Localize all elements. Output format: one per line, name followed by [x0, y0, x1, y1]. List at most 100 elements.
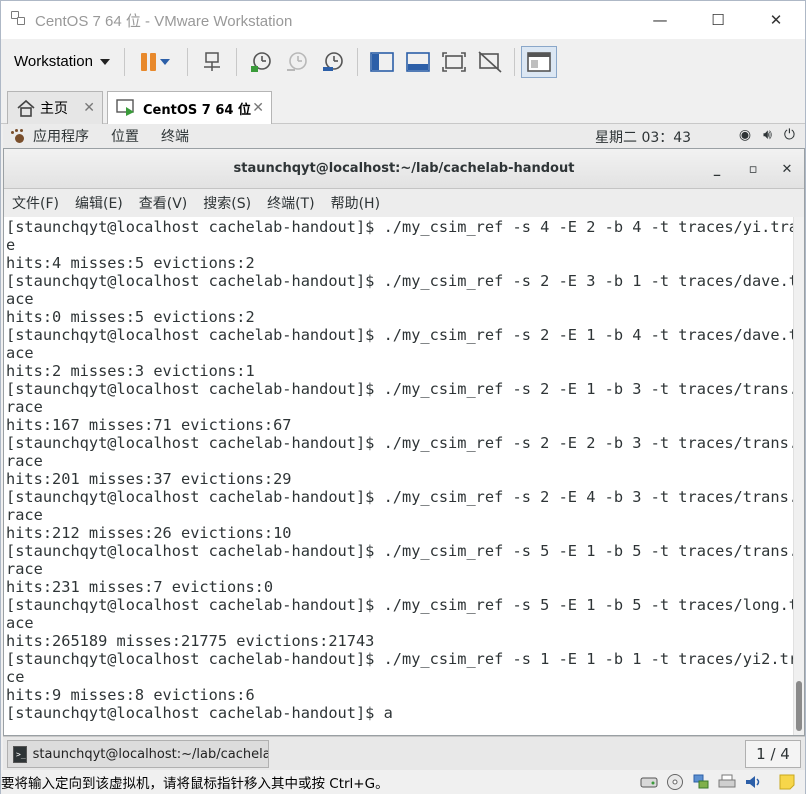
- terminal-line: hits:2 misses:3 evictions:1: [6, 362, 255, 380]
- suspend-button[interactable]: [131, 46, 181, 78]
- system-tray[interactable]: ◉ 🔊︎ ⏻: [739, 127, 795, 143]
- message-log-icon[interactable]: [777, 772, 797, 792]
- close-tab-icon[interactable]: ✕: [252, 100, 264, 116]
- gnome-window-list: >_ staunchqyt@localhost:~/lab/cachela···…: [3, 736, 805, 770]
- toolbar-divider: [123, 47, 125, 76]
- close-button[interactable]: ✕: [747, 1, 805, 39]
- window-controls: — ☐ ✕: [631, 1, 805, 39]
- toolbar-divider: [356, 47, 358, 76]
- terminal-line: race: [6, 560, 43, 578]
- terminal-app-menu[interactable]: 终端: [161, 126, 189, 146]
- minimize-button[interactable]: —: [631, 1, 689, 39]
- terminal-line: e: [6, 236, 16, 254]
- terminal-scrollbar[interactable]: [793, 217, 804, 735]
- pause-icon: [141, 52, 157, 71]
- menu-edit[interactable]: 编辑(E): [75, 193, 123, 213]
- menu-file[interactable]: 文件(F): [12, 193, 59, 213]
- network-icon: ◉: [738, 127, 752, 143]
- sound-card-icon[interactable]: [743, 772, 763, 792]
- terminal-menu-bar: 文件(F) 编辑(E) 查看(V) 搜索(S) 终端(T) 帮助(H): [4, 189, 804, 217]
- hard-disk-icon[interactable]: [639, 772, 659, 792]
- gnome-top-panel: 应用程序 位置 终端 星期二 03：43 ◉ 🔊︎ ⏻: [3, 124, 805, 148]
- tab-home[interactable]: 主页 ✕: [7, 91, 103, 124]
- thumbnail-bar-icon: [406, 51, 430, 72]
- network-adapter-icon[interactable]: [691, 772, 711, 792]
- menu-search[interactable]: 搜索(S): [203, 193, 251, 213]
- terminal-line: [staunchqyt@localhost cachelab-handout]$…: [6, 596, 793, 614]
- terminal-line: hits:167 misses:71 evictions:67: [6, 416, 292, 434]
- volume-icon: 🔊︎: [763, 127, 772, 143]
- terminal-line: ace: [6, 290, 34, 308]
- terminal-minimize-button[interactable]: _: [702, 149, 732, 189]
- workstation-menu-label: Workstation: [14, 53, 93, 70]
- chevron-down-icon: [99, 58, 110, 65]
- terminal-line: [staunchqyt@localhost cachelab-handout]$…: [6, 272, 793, 290]
- terminal-line: [staunchqyt@localhost cachelab-handout]$…: [6, 326, 793, 344]
- unity-icon: [478, 50, 502, 73]
- terminal-line: [staunchqyt@localhost cachelab-handout]$…: [6, 488, 793, 506]
- toolbar-divider: [235, 47, 237, 76]
- tab-vm-label: CentOS 7 64 位: [143, 102, 251, 118]
- toolbar-divider: [186, 47, 188, 76]
- full-screen-button[interactable]: [436, 46, 472, 78]
- snapshot-manager-icon: [322, 51, 343, 71]
- console-view-icon: [527, 51, 551, 72]
- window-title-bar: CentOS 7 64 位 - VMware Workstation — ☐ ✕: [1, 1, 805, 39]
- home-icon: [17, 99, 35, 117]
- snapshot-clock-icon: [250, 51, 271, 72]
- vmware-logo-icon: [11, 11, 29, 29]
- terminal-title-bar: staunchqyt@localhost:~/lab/cachelab-hand…: [4, 149, 804, 189]
- terminal-title: staunchqyt@localhost:~/lab/cachelab-hand…: [233, 161, 575, 176]
- terminal-line: race: [6, 452, 43, 470]
- terminal-line: [staunchqyt@localhost cachelab-handout]$…: [6, 218, 793, 236]
- terminal-line: hits:9 misses:8 evictions:6: [6, 686, 255, 704]
- terminal-line: race: [6, 398, 43, 416]
- status-bar: 要将输入定向到该虚拟机，请将鼠标指针移入其中或按 Ctrl+G。: [1, 770, 805, 794]
- terminal-line: race: [6, 506, 43, 524]
- menu-view[interactable]: 查看(V): [139, 193, 188, 213]
- snapshot-manager-button[interactable]: [315, 46, 351, 78]
- terminal-line: hits:231 misses:7 evictions:0: [6, 578, 274, 596]
- printer-icon[interactable]: [717, 772, 737, 792]
- chevron-down-icon: [160, 58, 171, 65]
- console-view-button[interactable]: [520, 45, 557, 78]
- vmware-window: CentOS 7 64 位 - VMware Workstation — ☐ ✕…: [0, 0, 806, 794]
- menu-help[interactable]: 帮助(H): [331, 193, 380, 213]
- workstation-menu[interactable]: Workstation: [1, 39, 118, 84]
- window-title: CentOS 7 64 位 - VMware Workstation: [35, 12, 293, 30]
- send-ctrl-alt-del-button[interactable]: [194, 46, 230, 78]
- menu-terminal[interactable]: 终端(T): [267, 193, 314, 213]
- taskbar-item-label: staunchqyt@localhost:~/lab/cachela···: [32, 746, 269, 762]
- maximize-button[interactable]: ☐: [689, 1, 747, 39]
- status-message: 要将输入定向到该虚拟机，请将鼠标指针移入其中或按 Ctrl+G。: [1, 776, 389, 792]
- workspace-pager[interactable]: 1 / 4: [745, 740, 801, 768]
- cd-dvd-icon[interactable]: [665, 772, 685, 792]
- terminal-line: hits:4 misses:5 evictions:2: [6, 254, 255, 272]
- terminal-maximize-button[interactable]: ▫: [738, 149, 768, 189]
- guest-display[interactable]: 应用程序 位置 终端 星期二 03：43 ◉ 🔊︎ ⏻ staunchqyt@l…: [3, 124, 805, 770]
- places-menu[interactable]: 位置: [111, 126, 139, 146]
- tab-centos-vm[interactable]: CentOS 7 64 位 ✕: [107, 91, 272, 124]
- terminal-output[interactable]: [staunchqyt@localhost cachelab-handout]$…: [4, 217, 793, 735]
- full-screen-icon: [442, 51, 466, 72]
- tab-home-label: 主页: [40, 101, 68, 117]
- toolbar-divider: [513, 47, 515, 76]
- scrollbar-thumb[interactable]: [796, 681, 802, 731]
- taskbar-terminal-item[interactable]: >_ staunchqyt@localhost:~/lab/cachela···: [7, 740, 269, 768]
- show-thumbnail-bar-button[interactable]: [400, 46, 436, 78]
- revert-snapshot-button[interactable]: [279, 46, 315, 78]
- terminal-line: [staunchqyt@localhost cachelab-handout]$…: [6, 380, 793, 398]
- terminal-line: hits:265189 misses:21775 evictions:21743: [6, 632, 375, 650]
- clock[interactable]: 星期二 03：43: [595, 127, 691, 147]
- terminal-line: hits:0 misses:5 evictions:2: [6, 308, 255, 326]
- device-status-icons: [639, 772, 797, 792]
- terminal-close-button[interactable]: ✕: [772, 149, 802, 189]
- close-tab-icon[interactable]: ✕: [83, 100, 95, 116]
- network-computer-icon: [203, 51, 220, 71]
- take-snapshot-button[interactable]: [243, 46, 279, 78]
- applications-menu[interactable]: 应用程序: [11, 126, 89, 146]
- unity-button[interactable]: [472, 46, 508, 78]
- revert-clock-icon: [286, 51, 307, 71]
- show-library-button[interactable]: [364, 46, 400, 78]
- terminal-line: [staunchqyt@localhost cachelab-handout]$…: [6, 542, 793, 560]
